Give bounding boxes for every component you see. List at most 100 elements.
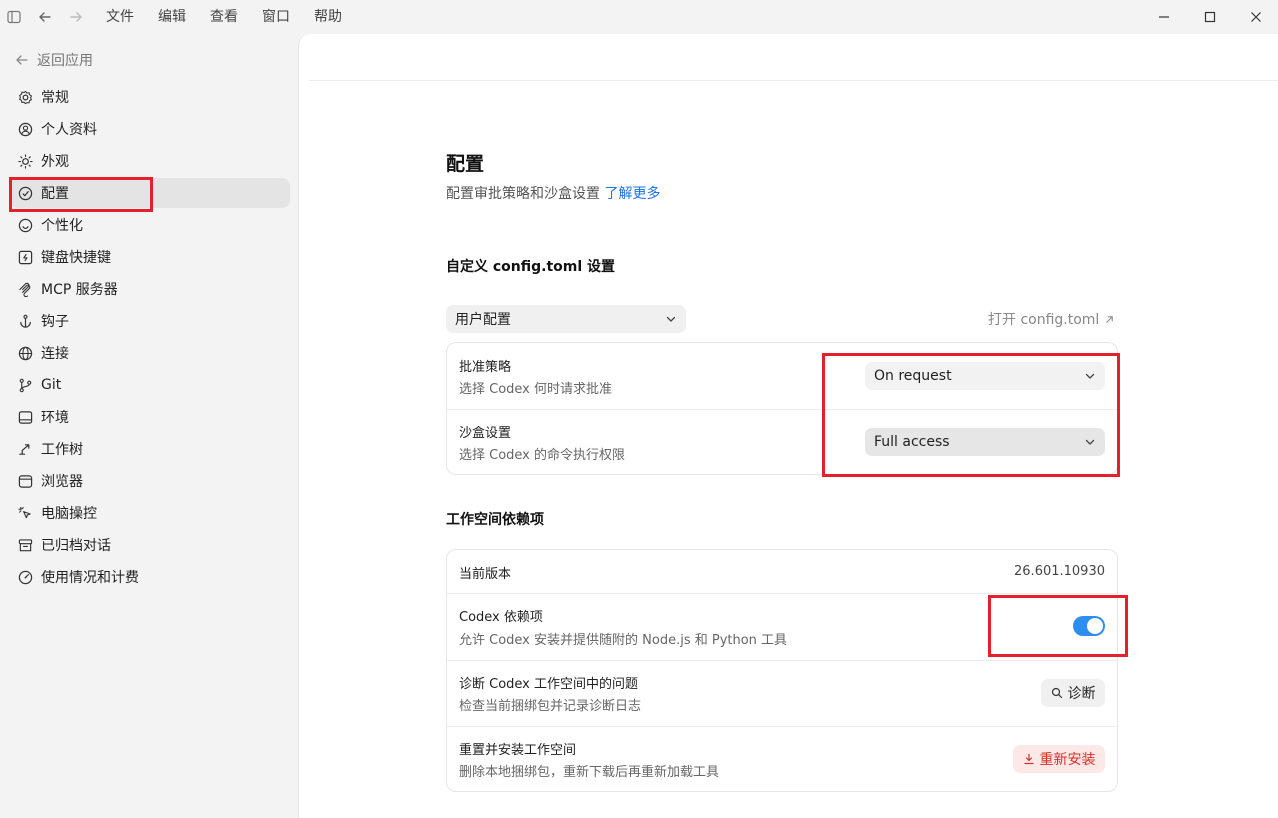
sidebar-item-general[interactable]: 常规: [10, 82, 290, 112]
version-row: 当前版本 26.601.10930: [447, 550, 1117, 593]
settings-sidebar: 返回应用 常规 个人资料 外观 配置 个性化 键盘快捷键 MCP 服务器 钩子 …: [0, 34, 298, 818]
codex-deps-desc: 允许 Codex 安装并提供随附的 Node.js 和 Python 工具: [459, 633, 788, 648]
config-scope-select[interactable]: 用户配置: [446, 305, 686, 333]
diagnose-row: 诊断 Codex 工作空间中的问题 检查当前捆绑包并记录诊断日志 诊断: [447, 660, 1117, 726]
download-icon: [1023, 753, 1034, 765]
sidebar-item-label: 使用情况和计费: [41, 570, 139, 586]
keyboard-icon: [16, 248, 34, 266]
approval-policy-value: On request: [874, 368, 952, 384]
open-config-label: 打开 config.toml: [988, 312, 1100, 328]
menu-window[interactable]: 窗口: [262, 8, 290, 26]
config-scope-value: 用户配置: [455, 312, 511, 328]
sidebar-item-archived-chats[interactable]: 已归档对话: [10, 530, 290, 560]
codex-deps-toggle[interactable]: [1073, 616, 1105, 636]
search-icon: [1051, 687, 1062, 699]
sidebar-item-label: 个人资料: [41, 122, 97, 138]
approval-policy-title: 批准策略: [459, 360, 512, 375]
sidebar-item-git[interactable]: Git: [10, 370, 290, 400]
menu-edit[interactable]: 编辑: [158, 8, 186, 26]
page-title: 配置: [446, 153, 485, 175]
chevron-down-icon: [666, 316, 676, 322]
chevron-down-icon: [1085, 439, 1095, 445]
archive-icon: [16, 536, 34, 554]
menu-file[interactable]: 文件: [106, 8, 134, 26]
approval-policy-desc: 选择 Codex 何时请求批准: [459, 382, 613, 397]
sidebar-item-connections[interactable]: 连接: [10, 338, 290, 368]
sandbox-desc: 选择 Codex 的命令执行权限: [459, 448, 626, 463]
sidebar-item-label: 已归档对话: [41, 538, 111, 554]
config-section-title: 自定义 config.toml 设置: [446, 259, 616, 275]
header-divider: [309, 80, 1278, 81]
gauge-icon: [16, 568, 34, 586]
page-subtitle: 配置审批策略和沙盒设置 了解更多: [446, 183, 660, 203]
learn-more-link[interactable]: 了解更多: [604, 186, 660, 202]
sidebar-item-label: 电脑操控: [41, 506, 97, 522]
sidebar-item-mcp-servers[interactable]: MCP 服务器: [10, 274, 290, 304]
sidebar-item-keyboard-shortcuts[interactable]: 键盘快捷键: [10, 242, 290, 272]
sidebar-item-personalization[interactable]: 个性化: [10, 210, 290, 240]
config-card: 批准策略 选择 Codex 何时请求批准 On request 沙盒设置 选择 …: [446, 342, 1118, 475]
sidebar-item-label: 连接: [41, 346, 69, 362]
sidebar-item-label: 外观: [41, 154, 69, 170]
forward-arrow-icon[interactable]: [68, 9, 84, 25]
diagnose-button[interactable]: 诊断: [1041, 679, 1105, 707]
version-title: 当前版本: [459, 567, 512, 582]
sidebar-item-environment[interactable]: 环境: [10, 402, 290, 432]
mcp-icon: [16, 280, 34, 298]
sidebar-item-label: 环境: [41, 410, 69, 426]
sidebar-item-appearance[interactable]: 外观: [10, 146, 290, 176]
diagnose-button-label: 诊断: [1067, 686, 1096, 702]
reinstall-button[interactable]: 重新安装: [1013, 745, 1105, 773]
sidebar-item-label: 配置: [41, 186, 69, 202]
external-arrow-icon: [1106, 315, 1114, 323]
gear-icon: [16, 88, 34, 106]
page-subtitle-text: 配置审批策略和沙盒设置: [446, 186, 600, 202]
sandbox-select[interactable]: Full access: [865, 428, 1105, 456]
menu-view[interactable]: 查看: [210, 8, 238, 26]
diagnose-desc: 检查当前捆绑包并记录诊断日志: [459, 699, 642, 714]
minimize-button[interactable]: [1155, 8, 1173, 26]
sidebar-item-worktree[interactable]: 工作树: [10, 434, 290, 464]
globe-icon: [16, 344, 34, 362]
sidebar-item-label: 常规: [41, 90, 69, 106]
reinstall-row: 重置并安装工作空间 删除本地捆绑包，重新下载后再重新加载工具 重新安装: [447, 726, 1117, 792]
close-button[interactable]: [1247, 8, 1265, 26]
reinstall-button-label: 重新安装: [1039, 752, 1096, 768]
sidebar-item-label: MCP 服务器: [41, 282, 118, 298]
settings-main-panel: 配置 配置审批策略和沙盒设置 了解更多 自定义 config.toml 设置 用…: [298, 34, 1278, 818]
deps-card: 当前版本 26.601.10930 Codex 依赖项 允许 Codex 安装并…: [446, 549, 1118, 792]
sidebar-toggle-icon[interactable]: [6, 9, 22, 25]
chevron-down-icon: [1085, 373, 1095, 379]
sandbox-value: Full access: [874, 434, 950, 450]
approval-policy-row: 批准策略 选择 Codex 何时请求批准 On request: [447, 343, 1117, 409]
maximize-button[interactable]: [1201, 8, 1219, 26]
sidebar-item-computer-control[interactable]: 电脑操控: [10, 498, 290, 528]
back-arrow-icon[interactable]: [37, 9, 53, 25]
sidebar-item-label: 浏览器: [41, 474, 83, 490]
sandbox-row: 沙盒设置 选择 Codex 的命令执行权限 Full access: [447, 409, 1117, 475]
version-value: 26.601.10930: [1014, 564, 1105, 579]
sidebar-item-usage-billing[interactable]: 使用情况和计费: [10, 562, 290, 592]
diagnose-title: 诊断 Codex 工作空间中的问题: [459, 677, 639, 692]
menu-help[interactable]: 帮助: [314, 8, 342, 26]
sidebar-item-hooks[interactable]: 钩子: [10, 306, 290, 336]
computer-control-icon: [16, 504, 34, 522]
anchor-icon: [16, 312, 34, 330]
sidebar-item-profile[interactable]: 个人资料: [10, 114, 290, 144]
sun-icon: [16, 152, 34, 170]
worktree-icon: [16, 440, 34, 458]
approval-policy-select[interactable]: On request: [865, 362, 1105, 390]
codex-deps-row: Codex 依赖项 允许 Codex 安装并提供随附的 Node.js 和 Py…: [447, 593, 1117, 660]
back-to-app-link[interactable]: 返回应用: [15, 50, 93, 70]
sidebar-item-config[interactable]: 配置: [10, 178, 290, 208]
sidebar-item-label: Git: [41, 377, 62, 393]
sidebar-item-browser[interactable]: 浏览器: [10, 466, 290, 496]
sidebar-item-label: 钩子: [41, 314, 69, 330]
open-config-link[interactable]: 打开 config.toml: [988, 309, 1115, 329]
codex-deps-title: Codex 依赖项: [459, 610, 543, 625]
user-icon: [16, 120, 34, 138]
deps-section-title: 工作空间依赖项: [446, 512, 544, 528]
browser-icon: [16, 472, 34, 490]
arrow-left-icon: [16, 55, 28, 65]
sidebar-item-label: 键盘快捷键: [41, 250, 111, 266]
